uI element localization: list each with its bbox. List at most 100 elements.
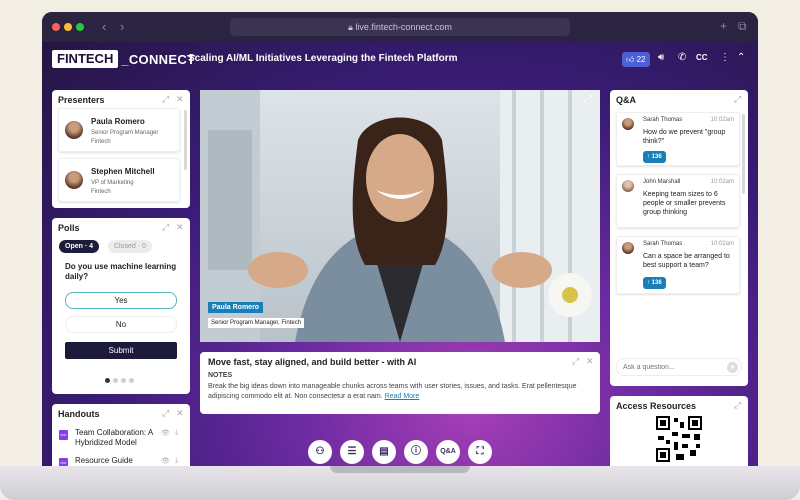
polls-title: Polls (58, 223, 80, 233)
view-icon[interactable]: 👁︎ (161, 429, 170, 437)
top-bar: FINTECH _CONNECT Scaling AI/ML Initiativ… (42, 42, 758, 76)
download-icon[interactable]: ⤓ (175, 457, 178, 465)
qa-text: How do we prevent "group think?" (643, 129, 726, 145)
avatar (622, 118, 634, 130)
pdf-icon: PDF (59, 430, 68, 440)
qa-button[interactable]: Q&A (436, 440, 460, 464)
notes-label: NOTES (208, 372, 233, 379)
handouts-panel: Handouts ⤢ ✕ PDF Team Collaboration: A H… (52, 404, 190, 468)
browser-bar: ‹ › 🔒︎ live.fintech-connect.com + ⧉ (42, 12, 758, 42)
participants-button[interactable]: ⚇ (308, 440, 332, 464)
video-stage[interactable]: ⤢ Paula Romero Senior Program Manager, F… (200, 90, 600, 342)
thumbs-up-icon: 👍︎ (626, 55, 635, 64)
document-icon: ▤ (379, 446, 389, 457)
expand-icon[interactable]: ⤢ (734, 94, 741, 105)
laptop-base (0, 466, 800, 500)
send-icon[interactable]: ➤ (727, 362, 738, 373)
pager-dot[interactable] (113, 378, 118, 383)
presenter-name: Paula Romero (91, 117, 145, 126)
url-text: live.fintech-connect.com (355, 22, 452, 32)
resources-panel: Access Resources ⤢ (610, 396, 748, 468)
ask-question-input[interactable] (623, 361, 719, 374)
pager-dot[interactable] (129, 378, 134, 383)
maximize-window-dot[interactable] (76, 23, 84, 31)
likes-button[interactable]: 👍︎ 22 (622, 52, 650, 67)
presenter-company: Fintech (91, 139, 111, 145)
tab-open-polls[interactable]: Open · 4 (59, 240, 100, 253)
expand-icon[interactable]: ⤢ (162, 94, 169, 105)
qa-text: Keeping team sizes to 6 people or smalle… (643, 191, 726, 216)
avatar (622, 242, 634, 254)
presenters-scrollbar[interactable] (184, 110, 187, 170)
minimize-window-dot[interactable] (64, 23, 72, 31)
presenter-card[interactable]: Stephen Mitchell VP of Marketing Fintech (58, 158, 180, 202)
submit-button[interactable]: Submit (65, 342, 177, 359)
presenter-card[interactable]: Paula Romero Senior Program Manager Fint… (58, 108, 180, 152)
presenter-role-line: VP of Marketing (91, 180, 134, 186)
qa-time: 10:02am (710, 241, 734, 247)
presenter-role-line: Senior Program Manager (91, 130, 159, 136)
handouts-title: Handouts (58, 409, 100, 419)
qa-item[interactable]: John Marshall 10:02am Keeping team sizes… (616, 174, 740, 228)
pager-dot-active[interactable] (105, 378, 110, 383)
more-options-icon[interactable]: ⋮ (720, 52, 730, 63)
role-tag: Senior Program Manager, Fintech (208, 318, 305, 328)
scan-button[interactable]: ⛶ (468, 440, 492, 464)
close-icon[interactable]: ✕ (586, 356, 594, 367)
close-icon[interactable]: ✕ (176, 222, 184, 233)
laptop-screen: ‹ › 🔒︎ live.fintech-connect.com + ⧉ FINT… (42, 12, 758, 468)
handout-label: Resource Guide (75, 456, 133, 465)
qa-item[interactable]: Sarah Thomas 10:02am Can a space be arra… (616, 236, 740, 294)
phone-icon[interactable]: ✆ (678, 52, 686, 63)
notes-panel: Move fast, stay aligned, and build bette… (200, 352, 600, 414)
upvote-button[interactable]: ↑ 136 (643, 151, 666, 163)
likes-count: 22 (636, 55, 646, 64)
expand-icon[interactable]: ⤢ (162, 222, 169, 233)
notes-body: Break the big ideas down into manageable… (208, 382, 584, 402)
close-icon[interactable]: ✕ (176, 94, 184, 105)
presenter-role: Senior Program Manager Fintech (91, 129, 158, 147)
tab-closed-polls[interactable]: Closed · 0 (108, 240, 152, 253)
download-icon[interactable]: ⤓ (175, 429, 178, 437)
qa-item[interactable]: Sarah Thomas 10:02am How do we prevent "… (616, 112, 740, 166)
logo-secondary: _CONNECT (121, 51, 196, 67)
qr-code-icon[interactable] (656, 416, 702, 462)
handout-item[interactable]: PDF Team Collaboration: A Hybridized Mod… (59, 428, 185, 450)
qa-panel: Q&A ⤢ Sarah Thomas 10:02am How do we pre… (610, 90, 748, 386)
resources-title: Access Resources (616, 401, 697, 411)
collapse-chevron-icon[interactable]: ⌃ (737, 52, 745, 63)
logo-primary: FINTECH (52, 50, 119, 68)
info-button[interactable]: ⓘ (404, 440, 428, 464)
close-icon[interactable]: ✕ (176, 408, 184, 419)
people-icon: ⚇ (315, 446, 325, 457)
polls-button[interactable]: ☰ (340, 440, 364, 464)
logo: FINTECH _CONNECT (52, 50, 195, 68)
view-icon[interactable]: 👁︎ (161, 457, 170, 465)
upvote-button[interactable]: ↑ 136 (643, 277, 666, 289)
handouts-button[interactable]: ▤ (372, 440, 396, 464)
tabs-overview-icon[interactable]: ⧉ (738, 19, 747, 34)
qa-author: Sarah Thomas (643, 117, 683, 123)
poll-option-yes[interactable]: Yes (65, 292, 177, 309)
qa-time: 10:02am (710, 117, 734, 123)
new-tab-icon[interactable]: + (720, 19, 727, 33)
url-bar[interactable]: 🔒︎ live.fintech-connect.com (230, 18, 570, 36)
close-window-dot[interactable] (52, 23, 60, 31)
fullscreen-icon[interactable]: ⤢ (584, 94, 592, 105)
expand-icon[interactable]: ⤢ (572, 356, 579, 367)
info-icon: ⓘ (411, 446, 421, 457)
expand-icon[interactable]: ⤢ (734, 400, 741, 411)
audio-icon[interactable]: 🔊︎ (658, 52, 664, 63)
read-more-link[interactable]: Read More (385, 393, 420, 400)
presenter-company: Fintech (91, 189, 111, 195)
forward-arrow-icon[interactable]: › (120, 19, 124, 34)
qa-time: 10:02am (710, 179, 734, 185)
event-app: FINTECH _CONNECT Scaling AI/ML Initiativ… (42, 42, 758, 468)
back-arrow-icon[interactable]: ‹ (102, 19, 106, 34)
captions-icon[interactable]: CC (696, 53, 708, 62)
poll-option-no[interactable]: No (65, 316, 177, 333)
qa-scrollbar[interactable] (742, 114, 745, 194)
pager-dot[interactable] (121, 378, 126, 383)
expand-icon[interactable]: ⤢ (162, 408, 169, 419)
laptop-notch (330, 466, 470, 473)
